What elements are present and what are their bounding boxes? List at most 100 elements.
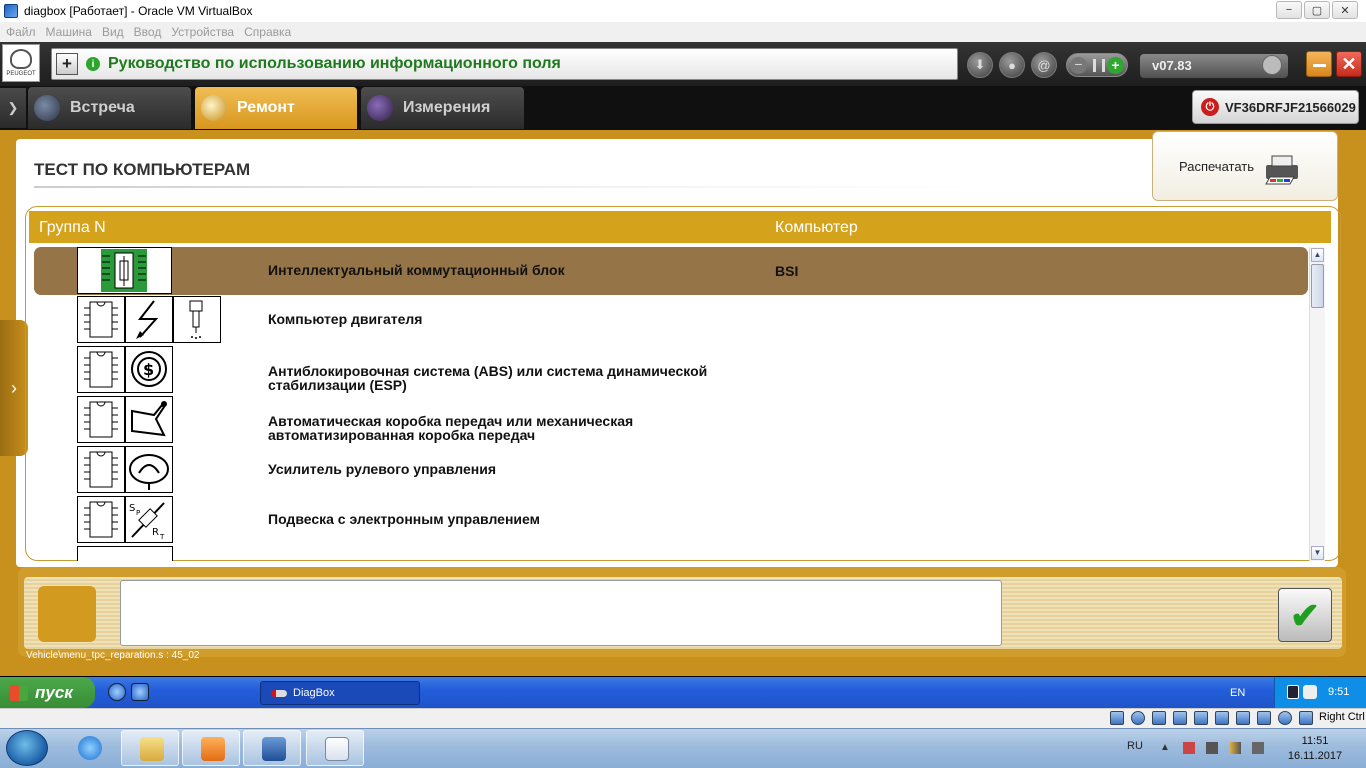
window-controls: − ▢ ✕: [1276, 1, 1358, 19]
window-minimize-button[interactable]: −: [1276, 1, 1302, 19]
app-minimize-button[interactable]: [1306, 51, 1332, 77]
print-label: Распечатать: [1179, 158, 1255, 174]
waveform-icon: [367, 95, 393, 121]
at-icon[interactable]: @: [1031, 52, 1057, 78]
menu-devices[interactable]: Устройства: [171, 25, 234, 39]
spark-icon: [125, 296, 173, 343]
cpu-icon[interactable]: [1278, 711, 1292, 725]
flag-tray-icon[interactable]: [1183, 742, 1195, 754]
explorer-taskbar-button[interactable]: [121, 730, 179, 766]
app-close-button[interactable]: ✕: [1336, 51, 1362, 77]
tab-reception[interactable]: Встреча: [28, 87, 191, 129]
window-close-button[interactable]: ✕: [1332, 1, 1358, 19]
virtualbox-taskbar-button[interactable]: [243, 730, 301, 766]
menu-help[interactable]: Справка: [244, 25, 291, 39]
table-scrollbar[interactable]: ▲ ▼: [1309, 247, 1325, 561]
partial-icon-cell: [77, 546, 173, 561]
plus-icon: +: [1107, 57, 1124, 74]
tray-safely-remove-icon[interactable]: [1303, 685, 1317, 699]
expand-plus-icon[interactable]: +: [56, 53, 78, 75]
menu-file[interactable]: Файл: [6, 25, 36, 39]
table-row[interactable]: Компьютер двигателя: [34, 296, 1308, 344]
tab-label: Измерения: [403, 99, 491, 116]
taskbar-diagbox[interactable]: DiagBox: [260, 681, 420, 705]
row-name-line2: стабилизации (ESP): [268, 377, 407, 393]
vin-button[interactable]: ⏻ VF36DRFJF21566029: [1192, 90, 1359, 124]
vbox-menubar: Файл Машина Вид Ввод Устройства Справка: [0, 22, 1366, 42]
table-row[interactable]: Усилитель рулевого управления: [34, 446, 1308, 494]
tab-label: Встреча: [70, 99, 135, 116]
host-clock[interactable]: 11:51 16.11.2017: [1280, 734, 1350, 764]
signal-toggle[interactable]: − +: [1066, 53, 1128, 77]
network-icon[interactable]: [1173, 711, 1187, 725]
tray-device-icon[interactable]: [1287, 685, 1299, 699]
table-row[interactable]: SP RT Подвеска с электронным управлением: [34, 496, 1308, 544]
reader-taskbar-button[interactable]: [306, 730, 364, 766]
vbox-titlebar: diagbox [Работает] - Oracle VM VirtualBo…: [0, 0, 1366, 22]
suspension-icon: SP RT: [125, 496, 173, 543]
table-row[interactable]: $ Антиблокировочная система (ABS) или си…: [34, 346, 1308, 394]
side-panel-handle[interactable]: ›: [0, 320, 28, 456]
hdd-icon[interactable]: [1110, 711, 1124, 725]
ie-taskbar-button[interactable]: [60, 730, 118, 766]
host-language[interactable]: RU: [1127, 740, 1143, 752]
host-date: 16.11.2017: [1287, 750, 1343, 762]
gauge-icon: [1262, 55, 1282, 75]
show-hidden-icons-icon[interactable]: ▲: [1160, 742, 1172, 754]
menu-input[interactable]: Ввод: [134, 25, 162, 39]
optical-drive-icon[interactable]: [1131, 711, 1145, 725]
bars-icon: [1093, 59, 1105, 72]
page-title: ТЕСТ ПО КОМПЬЮТЕРАМ: [34, 160, 251, 179]
row-name: Подвеска с электронным управлением: [268, 511, 540, 527]
title-underline: [34, 186, 974, 188]
row-code: BSI: [775, 263, 799, 279]
shared-folders-icon[interactable]: [1215, 711, 1229, 725]
start-button[interactable]: пуск: [0, 677, 95, 708]
row-name: Компьютер двигателя: [268, 311, 423, 327]
taskbar-diagbox-label: DiagBox: [293, 687, 335, 699]
table-row[interactable]: Интеллектуальный коммутационный блок BSI: [34, 247, 1308, 295]
volume-icon[interactable]: [1252, 742, 1264, 754]
app-quicklaunch-icon[interactable]: [131, 683, 149, 701]
tab-repair[interactable]: Ремонт: [195, 87, 357, 129]
display-icon[interactable]: [1236, 711, 1250, 725]
scroll-thumb[interactable]: [1311, 264, 1324, 308]
vin-text: VF36DRFJF21566029: [1225, 99, 1356, 115]
download-icon[interactable]: ⬇: [967, 52, 993, 78]
version-text: v07.83: [1152, 58, 1192, 73]
virtualbox-icon: [262, 737, 286, 761]
media-taskbar-button[interactable]: [182, 730, 240, 766]
menu-view[interactable]: Вид: [102, 25, 124, 39]
table-row[interactable]: Автоматическая коробка передач или механ…: [34, 396, 1308, 444]
svg-text:P: P: [136, 509, 140, 517]
window-maximize-button[interactable]: ▢: [1304, 1, 1330, 19]
battery-icon[interactable]: [1206, 742, 1218, 754]
lion-icon: [10, 49, 32, 69]
scroll-down-icon[interactable]: ▼: [1311, 546, 1324, 560]
chevron-down-icon[interactable]: ❯: [0, 88, 26, 128]
ie-quicklaunch-icon[interactable]: [108, 683, 126, 701]
info-title: Руководство по использованию информацион…: [108, 55, 561, 72]
steering-wheel-icon: [125, 446, 173, 493]
audio-icon[interactable]: [1152, 711, 1166, 725]
row-name: Автоматическая коробка передач или механ…: [268, 414, 828, 442]
power-icon: ⏻: [1201, 98, 1219, 116]
row-name: Антиблокировочная система (ABS) или сист…: [268, 364, 828, 392]
ecu-chip-icon: [77, 496, 125, 543]
user-icon[interactable]: ●: [999, 52, 1025, 78]
peugeot-logo: PEUGEOT: [2, 44, 40, 82]
tab-measurements[interactable]: Измерения: [361, 87, 524, 129]
print-button[interactable]: Распечатать: [1152, 131, 1338, 201]
guest-language[interactable]: EN: [1230, 687, 1245, 699]
ok-button[interactable]: ✔: [1278, 588, 1332, 642]
menu-machine[interactable]: Машина: [46, 25, 92, 39]
row-name-line2: автоматизированная коробка передач: [268, 427, 536, 443]
svg-text:R: R: [152, 527, 159, 538]
scroll-up-icon[interactable]: ▲: [1311, 248, 1324, 262]
mouse-integration-icon[interactable]: [1299, 711, 1313, 725]
windows-orb-icon[interactable]: [6, 730, 48, 766]
video-capture-icon[interactable]: [1257, 711, 1271, 725]
network-tray-icon[interactable]: [1229, 742, 1241, 754]
guest-tray: 9:51: [1274, 677, 1366, 708]
usb-icon[interactable]: [1194, 711, 1208, 725]
